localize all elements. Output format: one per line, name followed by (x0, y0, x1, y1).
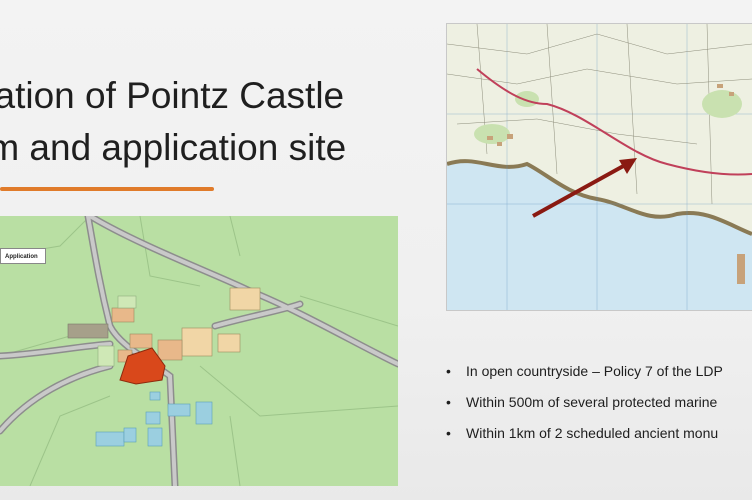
sea-area (447, 161, 752, 310)
slide-title-line-2: rm and application site (0, 127, 347, 168)
ponds (95, 391, 213, 447)
bullet-item: • In open countryside – Policy 7 of the L… (446, 356, 752, 387)
bullet-list: • In open countryside – Policy 7 of the L… (446, 356, 752, 449)
location-map-svg (447, 24, 752, 310)
site-plan-svg (0, 216, 398, 486)
bullet-item: • Within 500m of several protected marine (446, 387, 752, 418)
bullet-item: • Within 1km of 2 scheduled ancient monu (446, 418, 752, 449)
bullet-dot-icon: • (446, 425, 451, 441)
bullet-text: Within 500m of several protected marine (466, 394, 718, 410)
farm-buildings (67, 287, 261, 367)
site-plan-map (0, 216, 398, 486)
title-underline (0, 187, 214, 191)
presentation-slide: cation of Pointz Castle rm and applicati… (0, 0, 752, 500)
location-map (447, 24, 752, 310)
bullet-text: In open countryside – Policy 7 of the LD… (466, 363, 723, 379)
slide-title-line-1: cation of Pointz Castle (0, 75, 345, 116)
bullet-text: Within 1km of 2 scheduled ancient monu (466, 425, 719, 441)
bullet-dot-icon: • (446, 363, 451, 379)
woodland (474, 90, 742, 144)
map-legend-label: Application (0, 248, 46, 264)
bullet-dot-icon: • (446, 394, 451, 410)
slide-title: cation of Pointz Castle rm and applicati… (0, 70, 406, 174)
